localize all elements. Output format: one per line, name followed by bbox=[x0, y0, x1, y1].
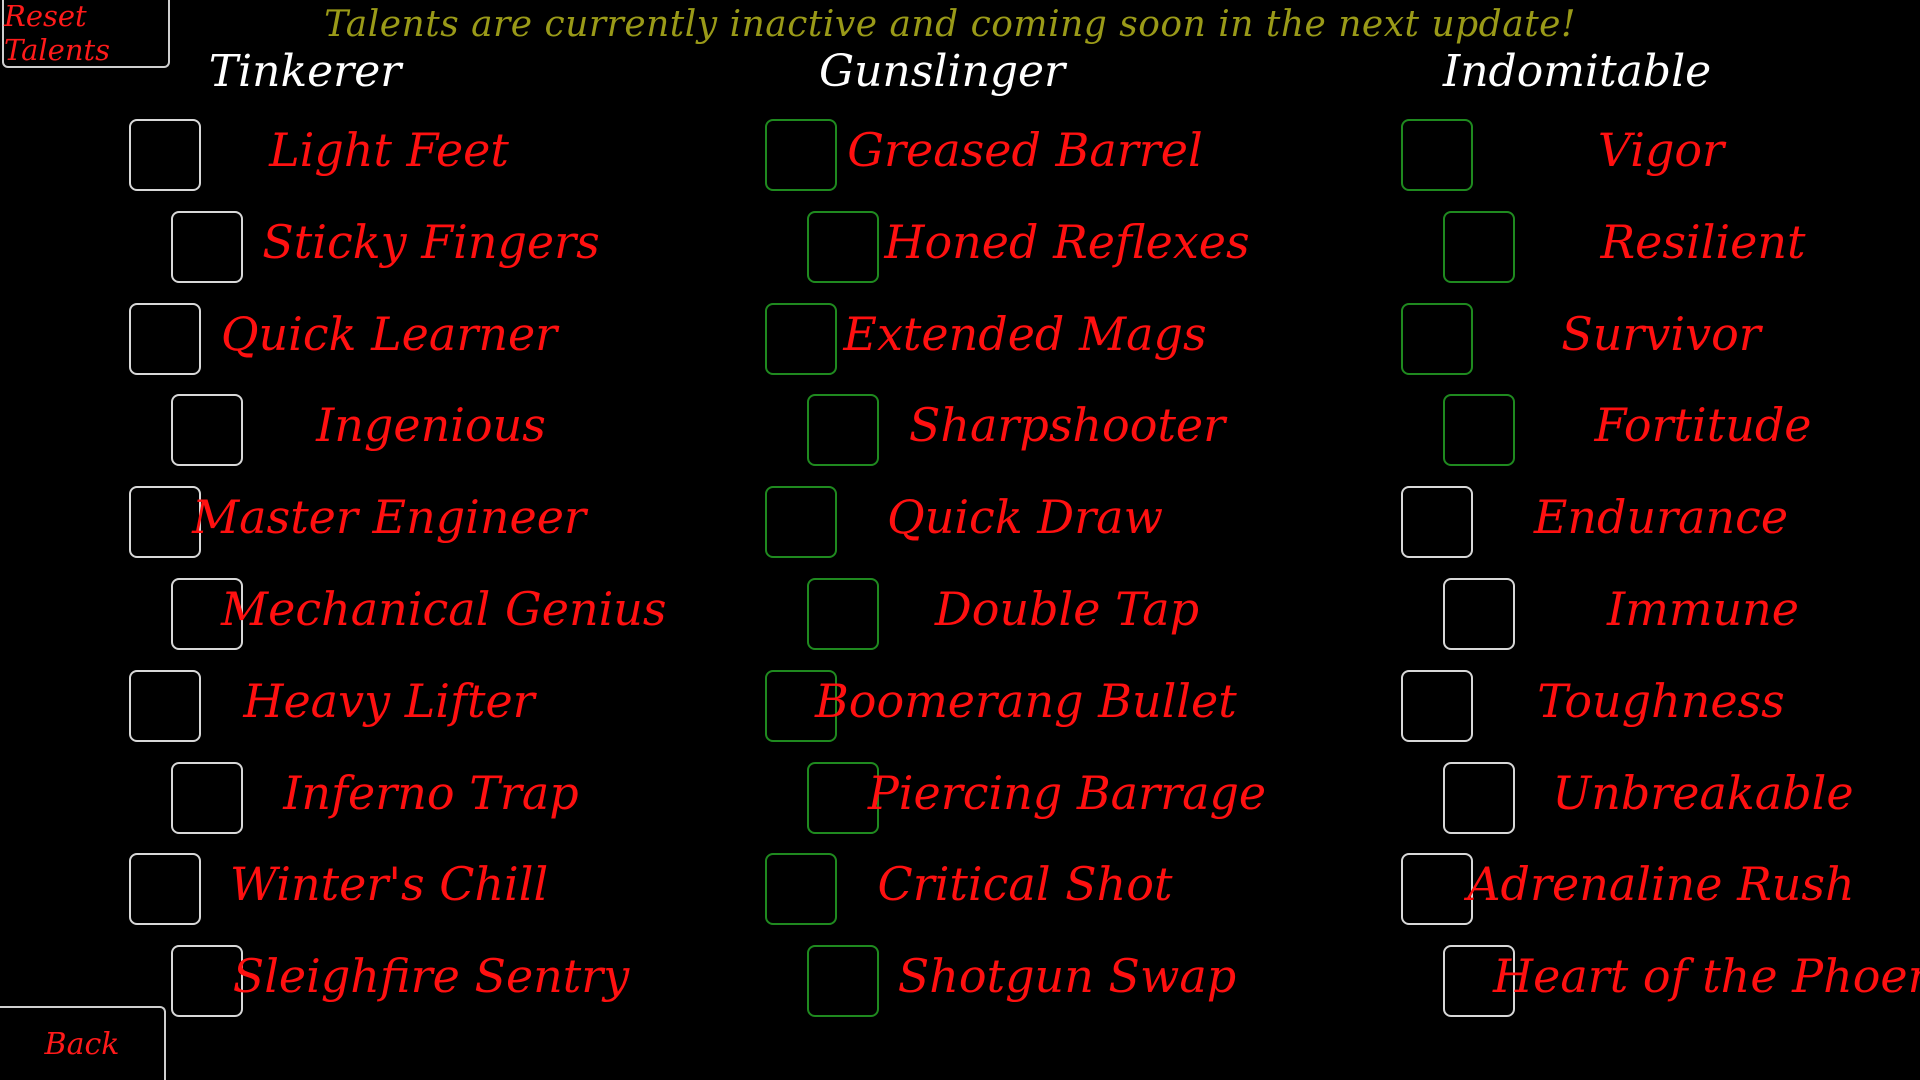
talent-row-gunslinger[interactable]: Boomerang Bullet bbox=[765, 669, 1325, 744]
talent-row-indomitable[interactable]: Unbreakable bbox=[1443, 761, 1920, 836]
talent-row-tinkerer[interactable]: Heavy Lifter bbox=[129, 669, 689, 744]
talent-row-gunslinger[interactable]: Double Tap bbox=[807, 578, 1367, 652]
talent-label: Survivor bbox=[1561, 306, 1761, 361]
talent-row-indomitable[interactable]: Immune bbox=[1443, 578, 1920, 652]
talent-label: Critical Shot bbox=[877, 857, 1173, 912]
talent-row-tinkerer[interactable]: Sticky Fingers bbox=[171, 210, 731, 285]
column-title-gunslinger: Gunslinger bbox=[818, 46, 1066, 97]
talent-label: Piercing Barrage bbox=[867, 765, 1267, 820]
talent-label: Fortitude bbox=[1594, 398, 1812, 453]
talent-row-tinkerer[interactable]: Master Engineer bbox=[129, 486, 689, 560]
talent-label: Immune bbox=[1607, 582, 1799, 636]
talent-label: Sharpshooter bbox=[908, 398, 1226, 453]
talent-label: Honed Reflexes bbox=[884, 214, 1250, 269]
talent-row-indomitable[interactable]: Survivor bbox=[1401, 302, 1920, 377]
talent-label: Sleighfire Sentry bbox=[232, 949, 630, 1004]
talent-row-tinkerer[interactable]: Light Feet bbox=[129, 119, 689, 193]
talent-row-tinkerer[interactable]: Mechanical Genius bbox=[171, 578, 731, 652]
talent-label: Winter's Chill bbox=[229, 857, 549, 912]
talent-label: Heavy Lifter bbox=[243, 673, 535, 728]
talent-row-indomitable[interactable]: Adrenaline Rush bbox=[1401, 853, 1920, 927]
talent-label: Shotgun Swap bbox=[897, 949, 1237, 1004]
talent-row-indomitable[interactable]: Vigor bbox=[1401, 119, 1920, 193]
talent-label: Adrenaline Rush bbox=[1467, 857, 1855, 912]
talent-label: Light Feet bbox=[269, 123, 509, 177]
talent-row-gunslinger[interactable]: Honed Reflexes bbox=[807, 210, 1367, 285]
talent-label: Sticky Fingers bbox=[262, 214, 600, 269]
talent-row-gunslinger[interactable]: Critical Shot bbox=[765, 853, 1325, 927]
talent-row-tinkerer[interactable]: Sleighfire Sentry bbox=[171, 945, 731, 1019]
talent-row-tinkerer[interactable]: Winter's Chill bbox=[129, 853, 689, 927]
talent-label: Inferno Trap bbox=[283, 765, 579, 820]
talent-label: Resilient bbox=[1600, 214, 1806, 269]
talent-row-tinkerer[interactable]: Ingenious bbox=[171, 394, 731, 468]
column-title-tinkerer: Tinkerer bbox=[208, 46, 402, 97]
back-button[interactable]: Back bbox=[0, 1006, 166, 1080]
talent-label: Master Engineer bbox=[192, 490, 586, 545]
talent-row-tinkerer[interactable]: Quick Learner bbox=[129, 302, 689, 377]
talent-label: Mechanical Genius bbox=[221, 582, 667, 636]
talent-label: Ingenious bbox=[316, 398, 546, 453]
talent-label: Quick Learner bbox=[220, 306, 558, 361]
talent-label: Toughness bbox=[1537, 673, 1785, 728]
talent-row-gunslinger[interactable]: Greased Barrel bbox=[765, 119, 1325, 193]
talent-label: Endurance bbox=[1533, 490, 1789, 545]
column-title-indomitable: Indomitable bbox=[1442, 46, 1712, 97]
talent-row-indomitable[interactable]: Resilient bbox=[1443, 210, 1920, 285]
talent-label: Greased Barrel bbox=[847, 123, 1203, 177]
talent-row-indomitable[interactable]: Fortitude bbox=[1443, 394, 1920, 468]
talent-row-indomitable[interactable]: Endurance bbox=[1401, 486, 1920, 560]
talent-row-gunslinger[interactable]: Sharpshooter bbox=[807, 394, 1367, 468]
talent-label: Boomerang Bullet bbox=[815, 673, 1237, 728]
talent-label: Quick Draw bbox=[887, 490, 1163, 545]
talent-label: Vigor bbox=[1597, 123, 1725, 177]
talent-row-tinkerer[interactable]: Inferno Trap bbox=[171, 761, 731, 836]
talent-row-gunslinger[interactable]: Quick Draw bbox=[765, 486, 1325, 560]
talent-row-indomitable[interactable]: Heart of the Phoenix bbox=[1443, 945, 1920, 1019]
talent-row-gunslinger[interactable]: Piercing Barrage bbox=[807, 761, 1367, 836]
talent-row-gunslinger[interactable]: Extended Mags bbox=[765, 302, 1325, 377]
notice-banner: Talents are currently inactive and comin… bbox=[324, 4, 1576, 45]
talent-label: Unbreakable bbox=[1552, 765, 1854, 820]
talent-row-indomitable[interactable]: Toughness bbox=[1401, 669, 1920, 744]
talent-row-gunslinger[interactable]: Shotgun Swap bbox=[807, 945, 1367, 1019]
talent-label: Heart of the Phoenix bbox=[1493, 949, 1920, 1004]
talent-label: Double Tap bbox=[934, 582, 1200, 636]
talent-label: Extended Mags bbox=[843, 306, 1207, 361]
